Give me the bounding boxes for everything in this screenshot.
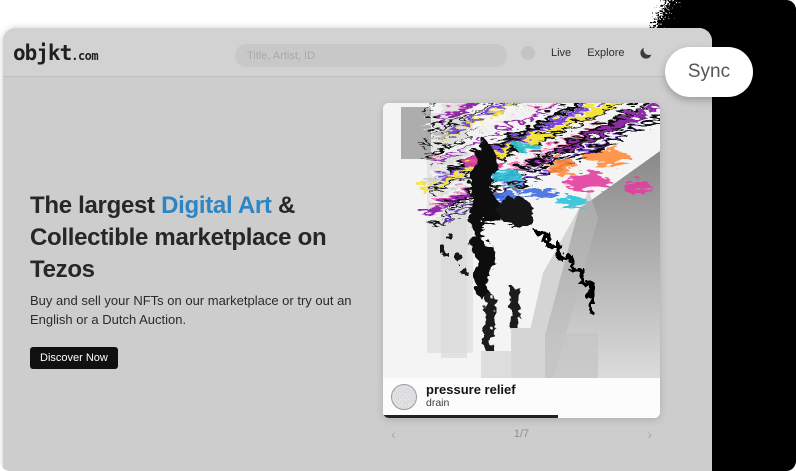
sync-button[interactable]: Sync xyxy=(665,47,753,97)
hero-description: Buy and sell your NFTs on our marketplac… xyxy=(30,291,375,329)
heading-highlight: Digital Art xyxy=(161,192,271,219)
page-indicator: 1/7 xyxy=(383,428,660,440)
nft-card-footer: pressure relief drain xyxy=(383,378,660,415)
nft-artwork-image xyxy=(383,103,660,378)
dark-mode-toggle[interactable] xyxy=(640,46,653,59)
search-input[interactable] xyxy=(235,44,507,67)
nav-explore[interactable]: Explore xyxy=(587,47,624,59)
nft-artist[interactable]: drain xyxy=(426,397,516,410)
carousel-progress-track xyxy=(383,415,660,418)
logo[interactable]: objkt.com xyxy=(13,41,98,65)
moon-icon xyxy=(640,46,653,59)
navbar: objkt.com Live Explore xyxy=(3,28,712,77)
carousel-pager: ‹ 1/7 › xyxy=(383,425,660,445)
sync-button-label: Sync xyxy=(688,61,730,83)
nft-title: pressure relief xyxy=(426,383,516,397)
discover-now-button[interactable]: Discover Now xyxy=(30,347,118,369)
heading-pre: The largest xyxy=(30,192,161,219)
nft-card[interactable]: pressure relief drain xyxy=(383,103,660,418)
artist-avatar xyxy=(391,384,417,410)
featured-carousel: pressure relief drain ‹ 1/7 › xyxy=(383,103,660,445)
logo-tld: .com xyxy=(71,49,98,63)
nav-live[interactable]: Live xyxy=(551,47,571,59)
carousel-progress-fill xyxy=(383,415,558,418)
next-button chevron-right-icon[interactable]: › xyxy=(647,426,652,442)
logo-text: objkt xyxy=(13,41,71,65)
hero-heading: The largest Digital Art & Collectible ma… xyxy=(30,190,360,286)
app-window: objkt.com Live Explore The l xyxy=(3,28,712,471)
status-dot xyxy=(521,46,535,60)
navbar-right: Live Explore xyxy=(521,28,653,77)
screenshot-canvas: objkt.com Live Explore The l xyxy=(0,0,796,471)
